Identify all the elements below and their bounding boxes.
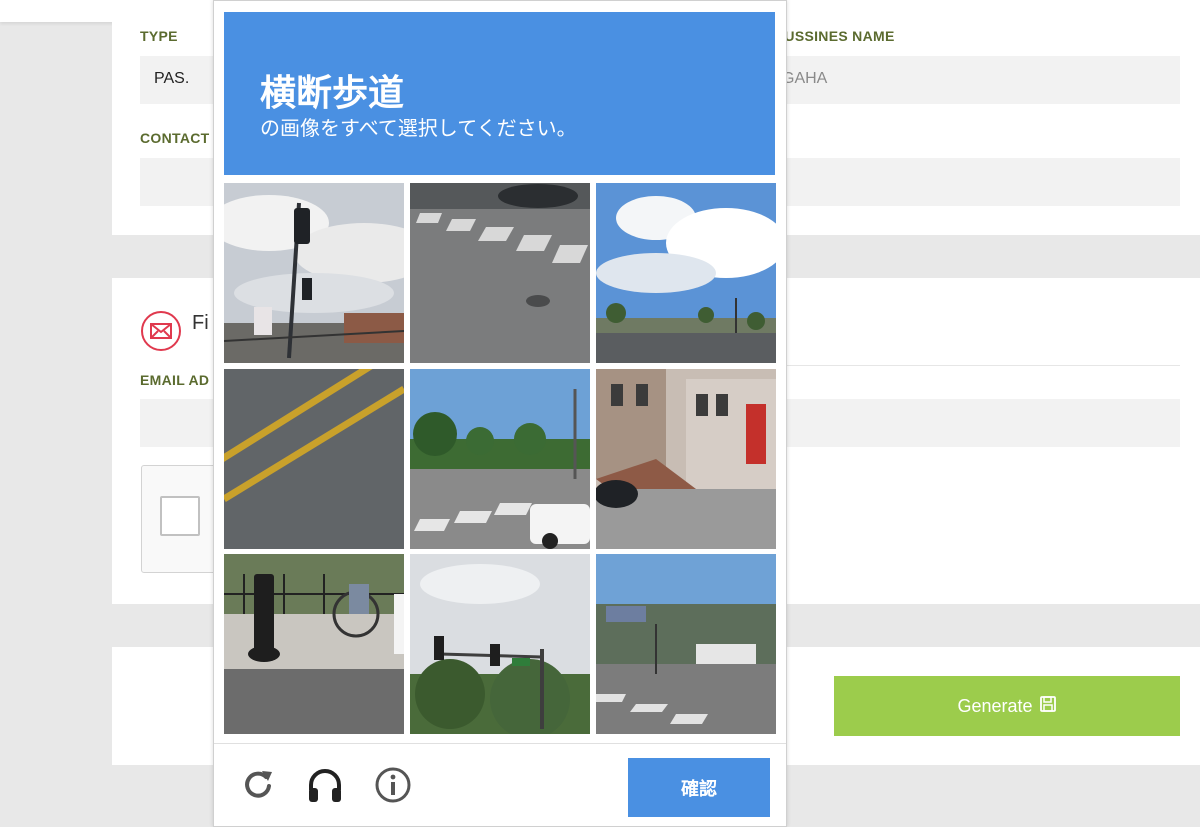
business-name-label: BUSSINES NAME xyxy=(774,28,895,44)
captcha-tile[interactable] xyxy=(596,369,776,549)
info-icon[interactable] xyxy=(374,766,412,808)
contact-label: CONTACT xyxy=(140,130,210,146)
type-value: PAS. xyxy=(154,70,190,87)
reload-icon[interactable] xyxy=(240,766,276,806)
captcha-tile[interactable] xyxy=(410,183,590,363)
recaptcha-box xyxy=(141,465,223,573)
verify-button[interactable]: 確認 xyxy=(628,758,770,817)
captcha-tile[interactable] xyxy=(224,554,404,734)
captcha-tile[interactable] xyxy=(224,183,404,363)
captcha-header: 横断歩道 の画像をすべて選択してください。 xyxy=(224,12,775,175)
generate-button[interactable]: Generate xyxy=(834,676,1180,736)
business-name-value: GAHA xyxy=(782,70,828,87)
recaptcha-checkbox[interactable] xyxy=(160,496,200,536)
contact-input-right[interactable] xyxy=(774,158,1180,206)
email-label: EMAIL AD xyxy=(140,372,210,388)
captcha-tile[interactable] xyxy=(224,369,404,549)
type-label: TYPE xyxy=(140,28,178,44)
section-title: Fi xyxy=(192,312,209,334)
captcha-tile[interactable] xyxy=(410,369,590,549)
captcha-tile[interactable] xyxy=(596,554,776,734)
email-input-right[interactable] xyxy=(774,399,1180,447)
captcha-footer: 確認 xyxy=(214,743,786,827)
mail-icon xyxy=(140,310,182,356)
section-divider xyxy=(784,365,1180,366)
captcha-dialog: 横断歩道 の画像をすべて選択してください。 確認 xyxy=(213,0,787,827)
headphones-icon[interactable] xyxy=(306,766,344,808)
business-name-input[interactable]: GAHA xyxy=(774,56,1180,104)
captcha-instruction: の画像をすべて選択してください。 xyxy=(260,116,577,140)
captcha-tile[interactable] xyxy=(596,183,776,363)
captcha-tile[interactable] xyxy=(410,554,590,734)
save-icon xyxy=(1039,695,1057,718)
generate-label: Generate xyxy=(957,695,1033,716)
captcha-title: 横断歩道 xyxy=(260,73,405,114)
